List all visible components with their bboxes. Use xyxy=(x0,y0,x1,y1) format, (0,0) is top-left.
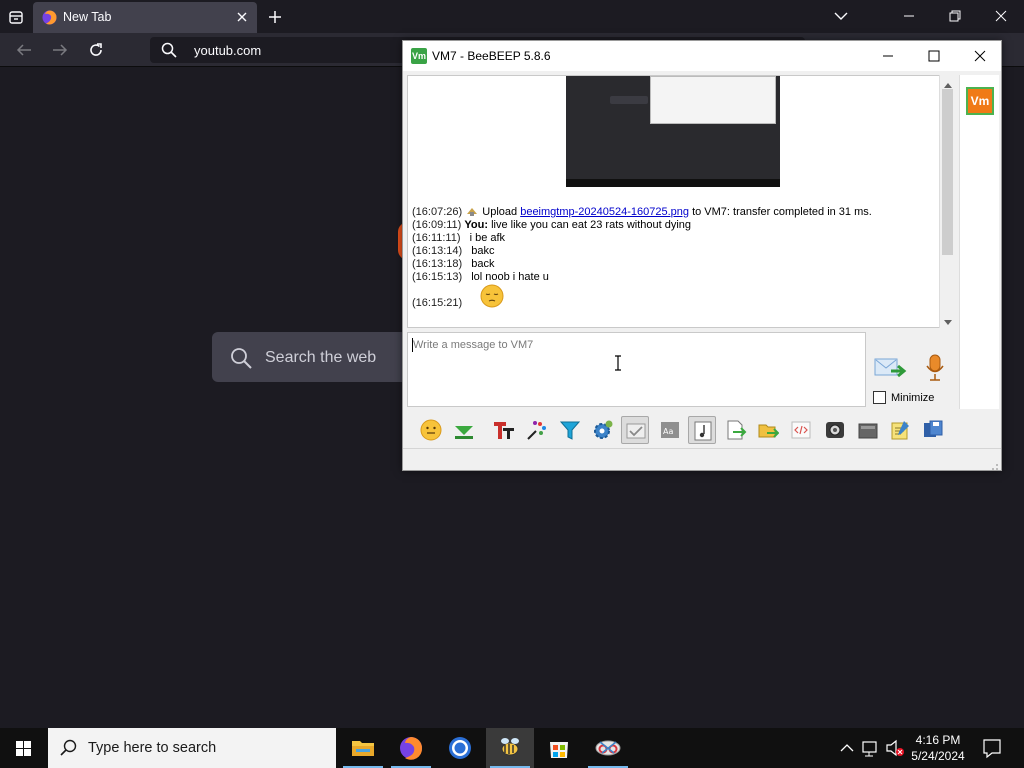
network-icon[interactable] xyxy=(860,728,882,768)
forward-arrow-icon[interactable] xyxy=(48,38,72,62)
new-tab-button[interactable] xyxy=(264,6,286,28)
message-input-placeholder: Write a message to VM7 xyxy=(413,339,534,351)
sender-name: You: xyxy=(464,219,489,231)
scrollbar-thumb[interactable] xyxy=(942,89,953,255)
list-item: (16:11:11) i be afk xyxy=(412,232,506,244)
save-icon[interactable] xyxy=(919,416,947,444)
firefox-taskbar-icon[interactable] xyxy=(387,728,435,768)
microsoft-store-icon[interactable] xyxy=(535,728,583,768)
file-explorer-icon[interactable] xyxy=(339,728,387,768)
windows-taskbar: Type here to search 4:16 PM 5/24/2024 xyxy=(0,728,1024,768)
scroll-up-arrow-icon[interactable] xyxy=(943,78,953,88)
maximize-button[interactable] xyxy=(911,41,957,71)
list-item: (16:07:26) Upload beeimgtmp-20240524-160… xyxy=(412,206,872,218)
font-icon[interactable] xyxy=(490,416,518,444)
resize-grip-icon[interactable] xyxy=(991,460,999,470)
chat-history[interactable]: (16:07:26) Upload beeimgtmp-20240524-160… xyxy=(407,75,955,328)
start-button[interactable] xyxy=(0,728,48,768)
browser-tab-bar: New Tab xyxy=(0,0,1024,33)
new-tab-search-box[interactable]: Search the web xyxy=(212,332,412,382)
minimize-button[interactable] xyxy=(865,41,911,71)
minimize-checkbox[interactable] xyxy=(873,391,886,404)
emoji-icon[interactable] xyxy=(417,416,445,444)
chat-scrollbar[interactable] xyxy=(939,75,955,328)
volume-muted-icon[interactable] xyxy=(884,728,906,768)
chrome-icon[interactable] xyxy=(436,728,484,768)
beebeep-chat-window: Vm VM7 - BeeBEEP 5.8.6 (16:07:26) Upload… xyxy=(402,40,1002,471)
search-icon xyxy=(60,739,78,757)
ibeam-cursor-icon xyxy=(614,355,622,371)
close-button[interactable] xyxy=(957,41,1003,71)
minimize-label: Minimize xyxy=(891,392,935,404)
clock-time: 4:16 PM xyxy=(915,733,961,747)
settings-gear-icon[interactable] xyxy=(589,416,617,444)
microphone-icon[interactable] xyxy=(922,353,948,383)
scroll-down-arrow-icon[interactable] xyxy=(943,316,953,325)
chat-toolbar: Aa xyxy=(403,411,1001,449)
browser-restore-button[interactable] xyxy=(932,0,978,33)
green-arrow-icon[interactable] xyxy=(450,416,478,444)
svg-text:Aa: Aa xyxy=(663,427,673,436)
browser-close-button[interactable] xyxy=(978,0,1024,33)
clock-date: 5/24/2024 xyxy=(911,749,965,763)
list-all-tabs-button[interactable] xyxy=(4,5,28,29)
pensive-face-icon xyxy=(480,284,504,308)
tab-overflow-chevron-icon[interactable] xyxy=(818,0,864,33)
list-item: (16:09:11) You: live like you can eat 23… xyxy=(412,219,692,231)
list-item: (16:15:13) lol noob i hate u xyxy=(412,271,549,283)
screenshot-chat-window xyxy=(650,76,776,124)
send-file-icon[interactable] xyxy=(722,416,750,444)
firefox-favicon-icon xyxy=(42,10,57,25)
notification-center-icon[interactable] xyxy=(978,728,1006,768)
message-input[interactable]: Write a message to VM7 xyxy=(407,332,866,407)
list-item: (16:13:14) bakc xyxy=(412,245,495,257)
shared-screenshot-image[interactable] xyxy=(566,76,780,187)
avatar[interactable]: Vm xyxy=(966,87,994,115)
back-arrow-icon[interactable] xyxy=(12,38,36,62)
html-code-icon[interactable] xyxy=(787,416,815,444)
clear-history-icon[interactable] xyxy=(854,416,882,444)
window-title: VM7 - BeeBEEP 5.8.6 xyxy=(432,49,551,63)
taskbar-clock[interactable]: 4:16 PM 5/24/2024 xyxy=(906,732,970,764)
uploaded-file-link[interactable]: beeimgtmp-20240524-160725.png xyxy=(520,206,689,218)
close-tab-icon[interactable] xyxy=(233,8,251,26)
search-icon xyxy=(160,41,178,59)
filter-icon[interactable] xyxy=(556,416,584,444)
list-item: (16:15:21) xyxy=(412,297,463,309)
reload-icon[interactable] xyxy=(84,38,108,62)
taskbar-search-box[interactable]: Type here to search xyxy=(48,728,336,768)
upload-icon xyxy=(465,206,479,216)
sound-icon[interactable] xyxy=(688,416,716,444)
search-icon xyxy=(229,346,253,370)
snipping-tool-icon[interactable] xyxy=(584,728,632,768)
list-item: (16:13:18) back xyxy=(412,258,495,270)
address-bar-text: youtub.com xyxy=(194,43,262,58)
spellcheck-icon[interactable] xyxy=(621,416,649,444)
color-palette-icon[interactable] xyxy=(523,416,551,444)
notes-icon[interactable] xyxy=(886,416,914,444)
compact-font-icon[interactable]: Aa xyxy=(656,416,684,444)
taskbar-search-placeholder: Type here to search xyxy=(88,740,217,756)
send-button[interactable] xyxy=(873,355,907,383)
screenshot-icon[interactable] xyxy=(821,416,849,444)
send-folder-icon[interactable] xyxy=(754,416,782,444)
beebeep-title-bar: Vm VM7 - BeeBEEP 5.8.6 xyxy=(403,41,1001,71)
screenshot-taskbar xyxy=(566,179,780,187)
screenshot-search-bar xyxy=(610,96,648,104)
beebeep-app-icon: Vm xyxy=(411,48,427,64)
show-hidden-icons-chevron-icon[interactable] xyxy=(838,728,856,768)
chat-member-panel: Vm xyxy=(959,75,999,409)
browser-minimize-button[interactable] xyxy=(886,0,932,33)
tab-new-tab[interactable]: New Tab xyxy=(33,2,257,33)
beebeep-taskbar-icon[interactable] xyxy=(486,728,534,768)
search-placeholder: Search the web xyxy=(265,349,377,366)
tab-title: New Tab xyxy=(63,10,112,24)
